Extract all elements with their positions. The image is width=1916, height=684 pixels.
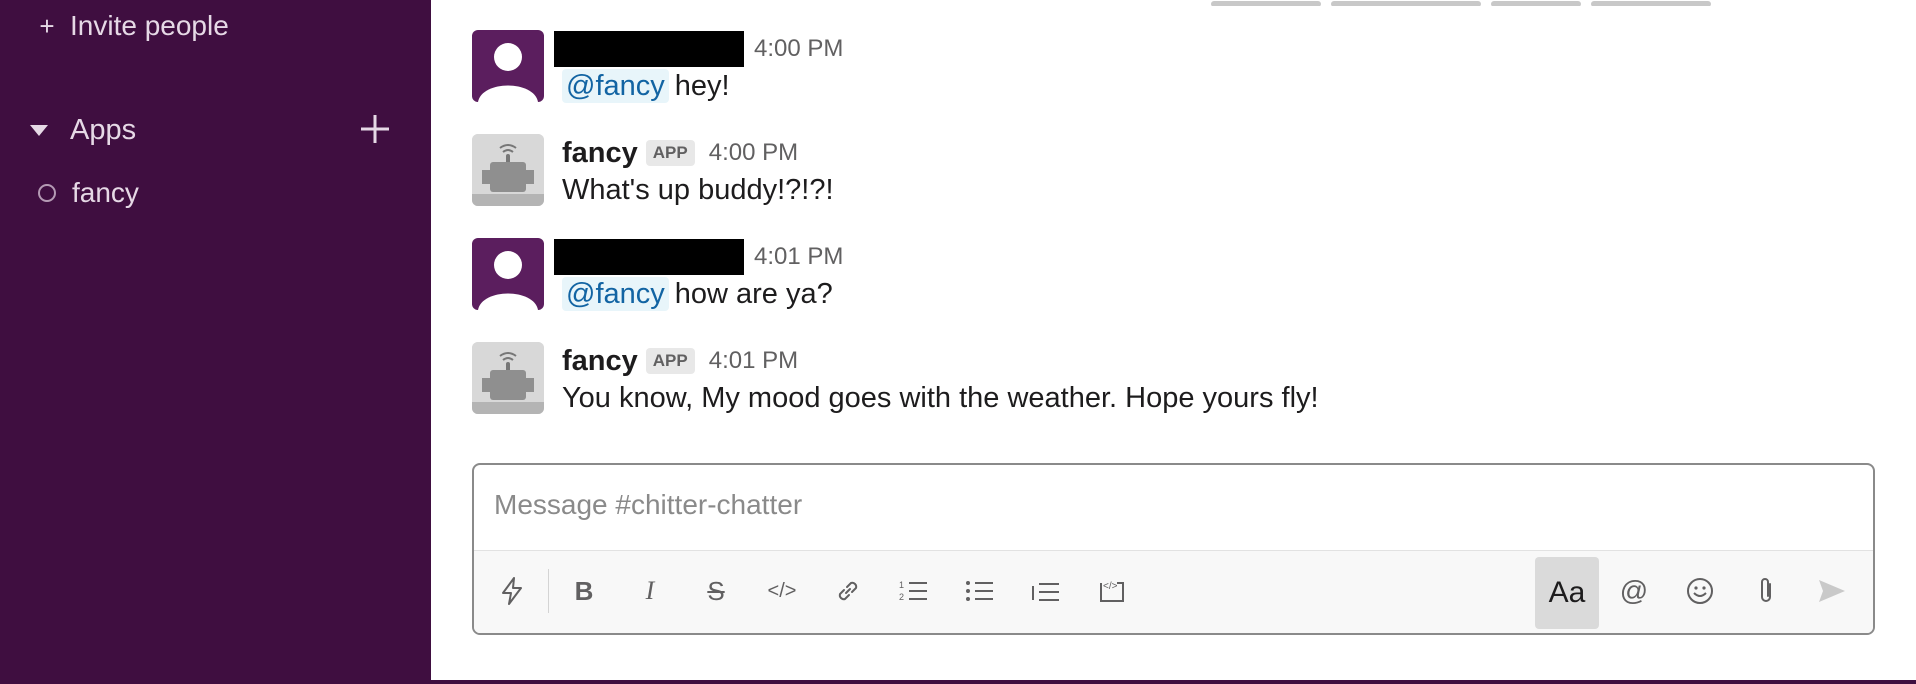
apps-section-header[interactable]: Apps xyxy=(30,110,390,150)
avatar[interactable] xyxy=(472,342,544,414)
timestamp[interactable]: 4:01 PM xyxy=(709,347,798,375)
message-meta: 4:00 PM xyxy=(554,30,843,68)
invite-people-label: Invite people xyxy=(70,10,229,41)
timestamp[interactable]: 4:00 PM xyxy=(754,35,843,63)
robot-app-icon xyxy=(472,342,544,414)
bulleted-list-icon[interactable] xyxy=(956,567,1004,615)
timestamp[interactable]: 4:01 PM xyxy=(754,243,843,271)
robot-app-icon xyxy=(472,134,544,206)
message-meta: fancy APP 4:01 PM xyxy=(554,342,798,380)
apps-section-label: Apps xyxy=(70,113,137,146)
message-text: What's up buddy!?!?! xyxy=(562,174,834,206)
avatar[interactable] xyxy=(472,238,544,310)
message-meta: 4:01 PM xyxy=(554,238,843,276)
message-composer[interactable]: Message #chitter-chatter B I S </> 12 </… xyxy=(472,463,1875,635)
user-mention[interactable]: @fancy xyxy=(562,69,669,103)
shortcuts-lightning-icon[interactable] xyxy=(488,567,536,615)
message-pane: 4:00 PM @fancy hey! fancy APP 4:00 PM Wh… xyxy=(431,0,1916,684)
app-badge: APP xyxy=(645,348,695,374)
code-block-icon[interactable]: </> xyxy=(1088,567,1136,615)
blockquote-icon[interactable] xyxy=(1022,567,1070,615)
message-input[interactable]: Message #chitter-chatter xyxy=(494,489,802,521)
emoji-icon[interactable] xyxy=(1676,567,1724,615)
link-icon[interactable] xyxy=(824,567,872,615)
attachment-icon[interactable] xyxy=(1742,567,1790,615)
author-name[interactable]: fancy xyxy=(562,345,638,378)
default-user-icon xyxy=(478,251,538,310)
app-badge: APP xyxy=(645,140,695,166)
invite-people-button[interactable]: + Invite people xyxy=(38,6,229,46)
svg-text:2: 2 xyxy=(899,592,904,602)
message-body: how are ya? xyxy=(674,278,833,310)
send-icon[interactable] xyxy=(1808,567,1856,615)
message-body: hey! xyxy=(674,70,730,102)
caret-down-icon xyxy=(30,124,48,136)
message-meta: fancy APP 4:00 PM xyxy=(554,134,798,172)
clipped-previous-message xyxy=(1211,0,1771,6)
message-text: @fancy how are ya? xyxy=(562,277,833,311)
mention-icon[interactable]: @ xyxy=(1610,567,1658,615)
composer-toolbar: B I S </> 12 </> Aa @ xyxy=(474,550,1873,633)
avatar[interactable] xyxy=(472,134,544,206)
author-name[interactable]: fancy xyxy=(562,137,638,170)
message-text: You know, My mood goes with the weather.… xyxy=(562,382,1319,414)
add-app-icon[interactable] xyxy=(358,112,392,146)
svg-text:</>: </> xyxy=(1103,581,1118,592)
ordered-list-icon[interactable]: 12 xyxy=(890,567,938,615)
strikethrough-icon[interactable]: S xyxy=(692,567,740,615)
timestamp[interactable]: 4:00 PM xyxy=(709,139,798,167)
redacted-author xyxy=(554,239,744,275)
italic-icon[interactable]: I xyxy=(626,567,674,615)
message-text: @fancy hey! xyxy=(562,69,730,103)
sidebar-item-label: fancy xyxy=(72,177,139,208)
avatar[interactable] xyxy=(472,30,544,102)
user-mention[interactable]: @fancy xyxy=(562,277,669,311)
redacted-author xyxy=(554,31,744,67)
toolbar-divider xyxy=(548,569,549,613)
default-user-icon xyxy=(478,43,538,102)
svg-text:1: 1 xyxy=(899,580,904,590)
sidebar: + Invite people Apps fancy xyxy=(0,0,431,684)
code-icon[interactable]: </> xyxy=(758,567,806,615)
presence-away-icon xyxy=(38,184,56,202)
formatting-toggle-button[interactable]: Aa xyxy=(1535,557,1599,629)
sidebar-item-fancy[interactable]: fancy xyxy=(38,173,139,213)
plus-icon: + xyxy=(39,10,55,41)
bold-icon[interactable]: B xyxy=(560,567,608,615)
